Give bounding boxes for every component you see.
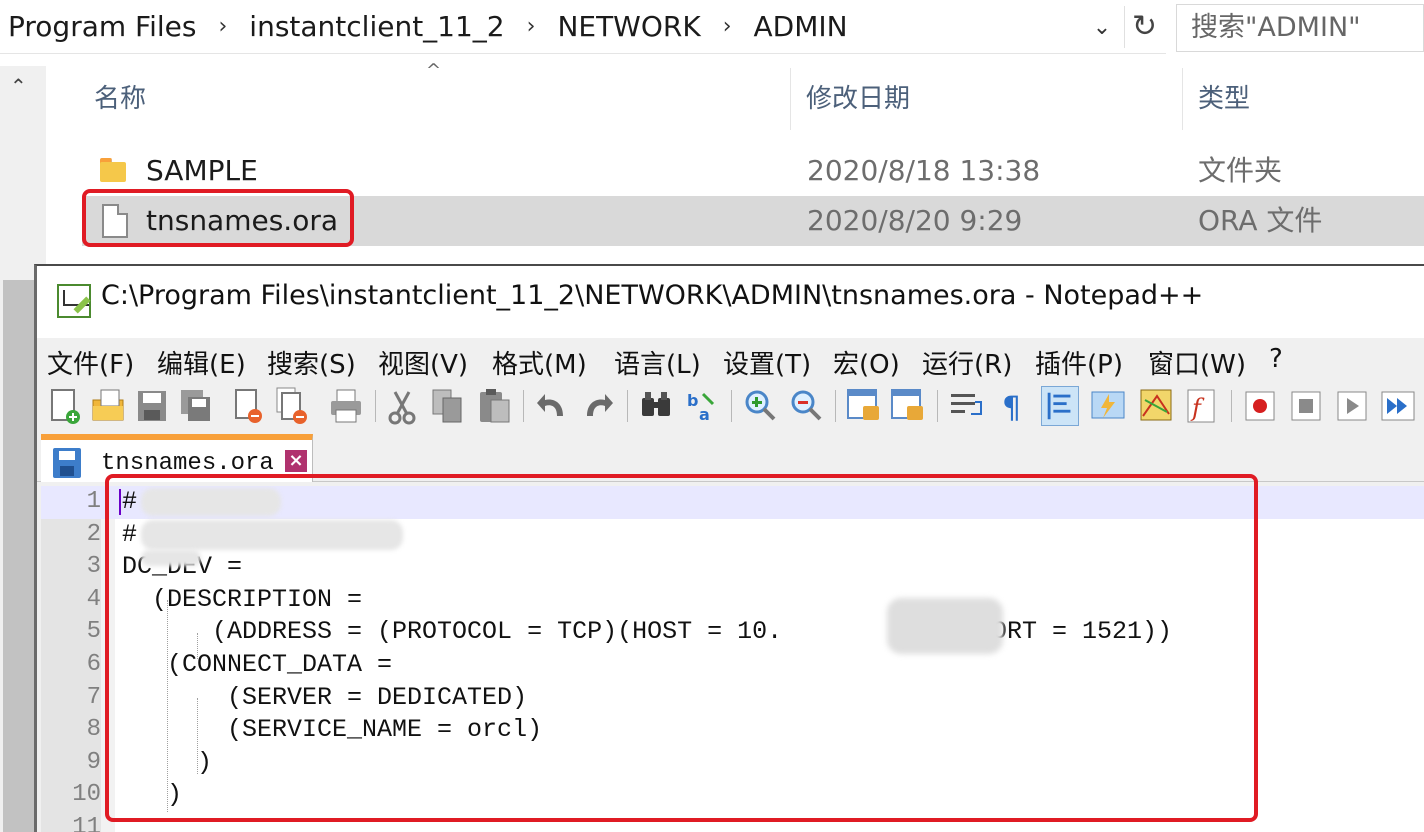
svg-text:b: b [687, 391, 698, 410]
paste-icon[interactable] [475, 386, 513, 426]
menu-help[interactable]: ? [1269, 344, 1283, 374]
run-macro-multiple-icon[interactable] [1379, 386, 1417, 426]
menu-view[interactable]: 视图(V) [378, 344, 468, 381]
replace-icon[interactable]: ba [683, 386, 721, 426]
refresh-icon[interactable]: ↻ [1124, 6, 1164, 48]
menu-language[interactable]: 语言(L) [614, 344, 701, 381]
open-file-icon[interactable] [89, 386, 127, 426]
menu-format[interactable]: 格式(M) [492, 344, 587, 381]
sort-ascending-icon: ^ [426, 60, 442, 81]
line-number: 6 [86, 651, 101, 678]
play-macro-icon[interactable] [1333, 386, 1371, 426]
tab-label: tnsnames.ora [101, 450, 274, 477]
saved-file-icon [53, 448, 81, 478]
zoom-in-icon[interactable] [741, 386, 779, 426]
file-type: 文件夹 [1198, 154, 1283, 187]
toolbar-separator [627, 390, 628, 422]
chevron-down-icon[interactable]: ⌄ [1084, 10, 1120, 46]
menu-edit[interactable]: 编辑(E) [157, 344, 246, 381]
file-date: 2020/8/18 13:38 [807, 154, 1041, 187]
chevron-right-icon[interactable]: › [527, 14, 536, 39]
close-icon[interactable]: × [285, 450, 307, 472]
undo-icon[interactable] [533, 386, 571, 426]
svg-text:a: a [699, 405, 710, 424]
column-divider[interactable] [1182, 68, 1183, 130]
menu-run[interactable]: 运行(R) [922, 344, 1012, 381]
folder-icon [100, 158, 126, 182]
save-icon[interactable] [133, 386, 171, 426]
line-number: 4 [86, 585, 101, 613]
search-input[interactable]: 搜索"ADMIN" [1176, 4, 1424, 52]
indent-guide-icon[interactable] [1041, 386, 1079, 426]
toolbar-separator [523, 390, 524, 422]
column-header-type[interactable]: 类型 [1198, 68, 1250, 130]
chevron-right-icon[interactable]: › [218, 14, 227, 39]
show-symbols-icon[interactable]: ¶ [993, 386, 1031, 426]
new-file-icon[interactable] [45, 386, 83, 426]
scroll-up-icon[interactable]: ⌃ [10, 74, 27, 98]
save-all-icon[interactable] [177, 386, 215, 426]
chevron-right-icon[interactable]: › [723, 14, 732, 39]
copy-icon[interactable] [429, 386, 467, 426]
word-wrap-icon[interactable] [947, 386, 985, 426]
column-header-date[interactable]: 修改日期 [806, 68, 910, 130]
menu-bar: 文件(F) 编辑(E) 搜索(S) 视图(V) 格式(M) 语言(L) 设置(T… [37, 338, 1424, 382]
notepad-app-icon [57, 284, 91, 318]
breadcrumb-instantclient[interactable]: instantclient_11_2 [249, 10, 504, 43]
menu-search[interactable]: 搜索(S) [267, 344, 356, 381]
breadcrumb-network[interactable]: NETWORK [557, 10, 700, 43]
menu-plugins[interactable]: 插件(P) [1035, 344, 1123, 381]
toolbar-separator [937, 390, 938, 422]
title-bar[interactable]: C:\Program Files\instantclient_11_2\NETW… [37, 266, 1424, 338]
highlight-box-code [105, 474, 1258, 822]
line-number: 8 [86, 716, 101, 744]
file-type: ORA 文件 [1198, 204, 1323, 237]
svg-text:¶: ¶ [1002, 391, 1021, 426]
toolbar-separator [835, 390, 836, 422]
line-number: 9 [86, 748, 101, 776]
line-number: 11 [72, 814, 101, 832]
menu-settings[interactable]: 设置(T) [723, 344, 811, 381]
file-date: 2020/8/20 9:29 [807, 204, 1023, 237]
line-number: 3 [86, 553, 101, 581]
user-defined-language-icon[interactable] [1089, 386, 1127, 426]
line-number: 10 [72, 781, 101, 809]
column-divider[interactable] [790, 68, 791, 130]
close-file-icon[interactable] [229, 386, 267, 426]
window-title: C:\Program Files\instantclient_11_2\NETW… [101, 280, 1204, 311]
stop-macro-icon[interactable] [1287, 386, 1325, 426]
toolbar-separator [375, 390, 376, 422]
function-list-icon[interactable]: f [1183, 386, 1221, 426]
toolbar-separator [1231, 390, 1232, 422]
find-icon[interactable] [637, 386, 675, 426]
sync-vertical-icon[interactable] [845, 386, 883, 426]
line-number: 7 [86, 683, 101, 711]
line-number: 5 [86, 618, 101, 646]
close-all-icon[interactable] [273, 386, 311, 426]
line-number: 1 [86, 488, 101, 515]
address-bar[interactable]: Program Files › instantclient_11_2 › NET… [0, 0, 1166, 54]
breadcrumb-admin[interactable]: ADMIN [754, 10, 848, 43]
menu-file[interactable]: 文件(F) [47, 344, 134, 381]
column-header-name[interactable]: 名称 [94, 68, 146, 130]
document-map-icon[interactable] [1137, 386, 1175, 426]
menu-macro[interactable]: 宏(O) [833, 344, 900, 381]
sync-horizontal-icon[interactable] [889, 386, 927, 426]
redo-icon[interactable] [579, 386, 617, 426]
toolbar-separator [731, 390, 732, 422]
highlight-box-filename [82, 189, 354, 247]
menu-window[interactable]: 窗口(W) [1148, 344, 1246, 381]
line-number: 2 [86, 520, 101, 548]
breadcrumb-program-files[interactable]: Program Files [8, 10, 196, 43]
print-icon[interactable] [327, 386, 365, 426]
toolbar: ba ¶ f [37, 382, 1424, 430]
record-macro-icon[interactable] [1241, 386, 1279, 426]
cut-icon[interactable] [383, 386, 421, 426]
zoom-out-icon[interactable] [787, 386, 825, 426]
